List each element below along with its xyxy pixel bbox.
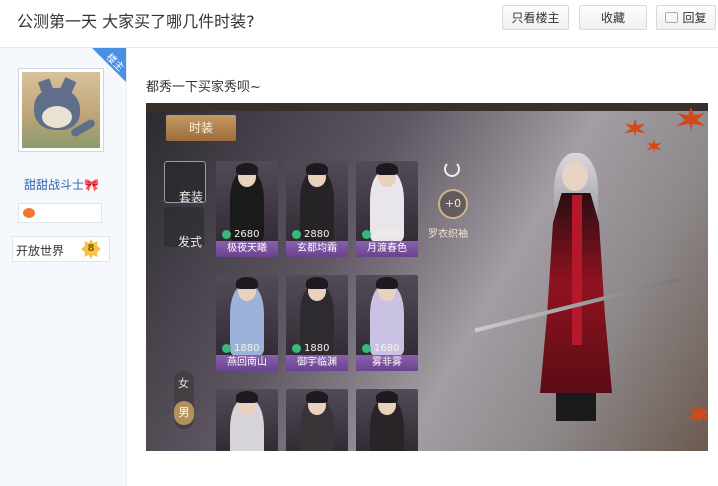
outfit-grid: 2680 极夜天曦 2880 玄都均霜 2880 月渡春色 1880 燕回南山 1880… [216, 161, 420, 451]
outfit-card: 2880 玄都均霜 [286, 161, 348, 257]
side-tab-hair: 发式 [164, 207, 204, 249]
outfit-card: 1880 燕回南山 [216, 275, 278, 371]
thread-title: 公测第一天 大家买了哪几件时装? [17, 12, 255, 31]
refresh-icon [444, 161, 460, 177]
level-name: 开放世界 [16, 244, 65, 258]
enhance-button: +0 [438, 189, 468, 219]
outfit-card: 2680 极夜天曦 [216, 161, 278, 257]
tab-fashion: 时装 [166, 115, 236, 141]
badge-icon [23, 208, 35, 218]
favorite-button[interactable]: 收藏 [579, 5, 647, 30]
game-screenshot[interactable]: 时装 套装 发式 2680 极夜天曦 2880 玄都均霜 2880 月渡春色 1880… [146, 103, 708, 451]
side-tab-label: 套装 [179, 190, 204, 204]
forum-level[interactable]: 开放世界 8 [12, 236, 110, 262]
character-preview [474, 143, 680, 423]
thread-header: 公测第一天 大家买了哪几件时装? 只看楼主 收藏 回复 [0, 0, 718, 48]
author-name-text: 甜甜战斗士 [24, 178, 85, 192]
outfit-card [356, 389, 418, 451]
outfit-card: 2880 月渡春色 [356, 161, 418, 257]
comment-icon [665, 12, 679, 23]
side-tab-outfit: 套装 [164, 161, 206, 204]
reply-button[interactable]: 回复 [656, 5, 716, 30]
maple-leaf-icon [686, 403, 708, 425]
enhance-label: 罗衣织袖 [428, 229, 468, 240]
outfit-card: 1880 御宇临渊 [286, 275, 348, 371]
gender-male: 男 [174, 401, 194, 425]
user-badge[interactable] [18, 203, 102, 223]
avatar-image [22, 72, 100, 148]
level-star-icon: 8 [81, 239, 101, 259]
maple-leaf-icon [624, 119, 646, 137]
gender-toggle: 女 男 [174, 371, 194, 429]
side-tab-label: 发式 [178, 235, 203, 249]
outfit-card [286, 389, 348, 451]
outfit-card: 1680 雾非雾 [356, 275, 418, 371]
gender-female: 女 [178, 377, 189, 390]
reply-label: 回复 [682, 11, 707, 25]
author-name[interactable]: 甜甜战斗士🎀 [24, 176, 99, 193]
only-op-button[interactable]: 只看楼主 [502, 5, 569, 30]
outfit-card [216, 389, 278, 451]
bow-icon: 🎀 [84, 178, 99, 192]
post-content: 都秀一下买家秀呗~ [146, 80, 261, 95]
